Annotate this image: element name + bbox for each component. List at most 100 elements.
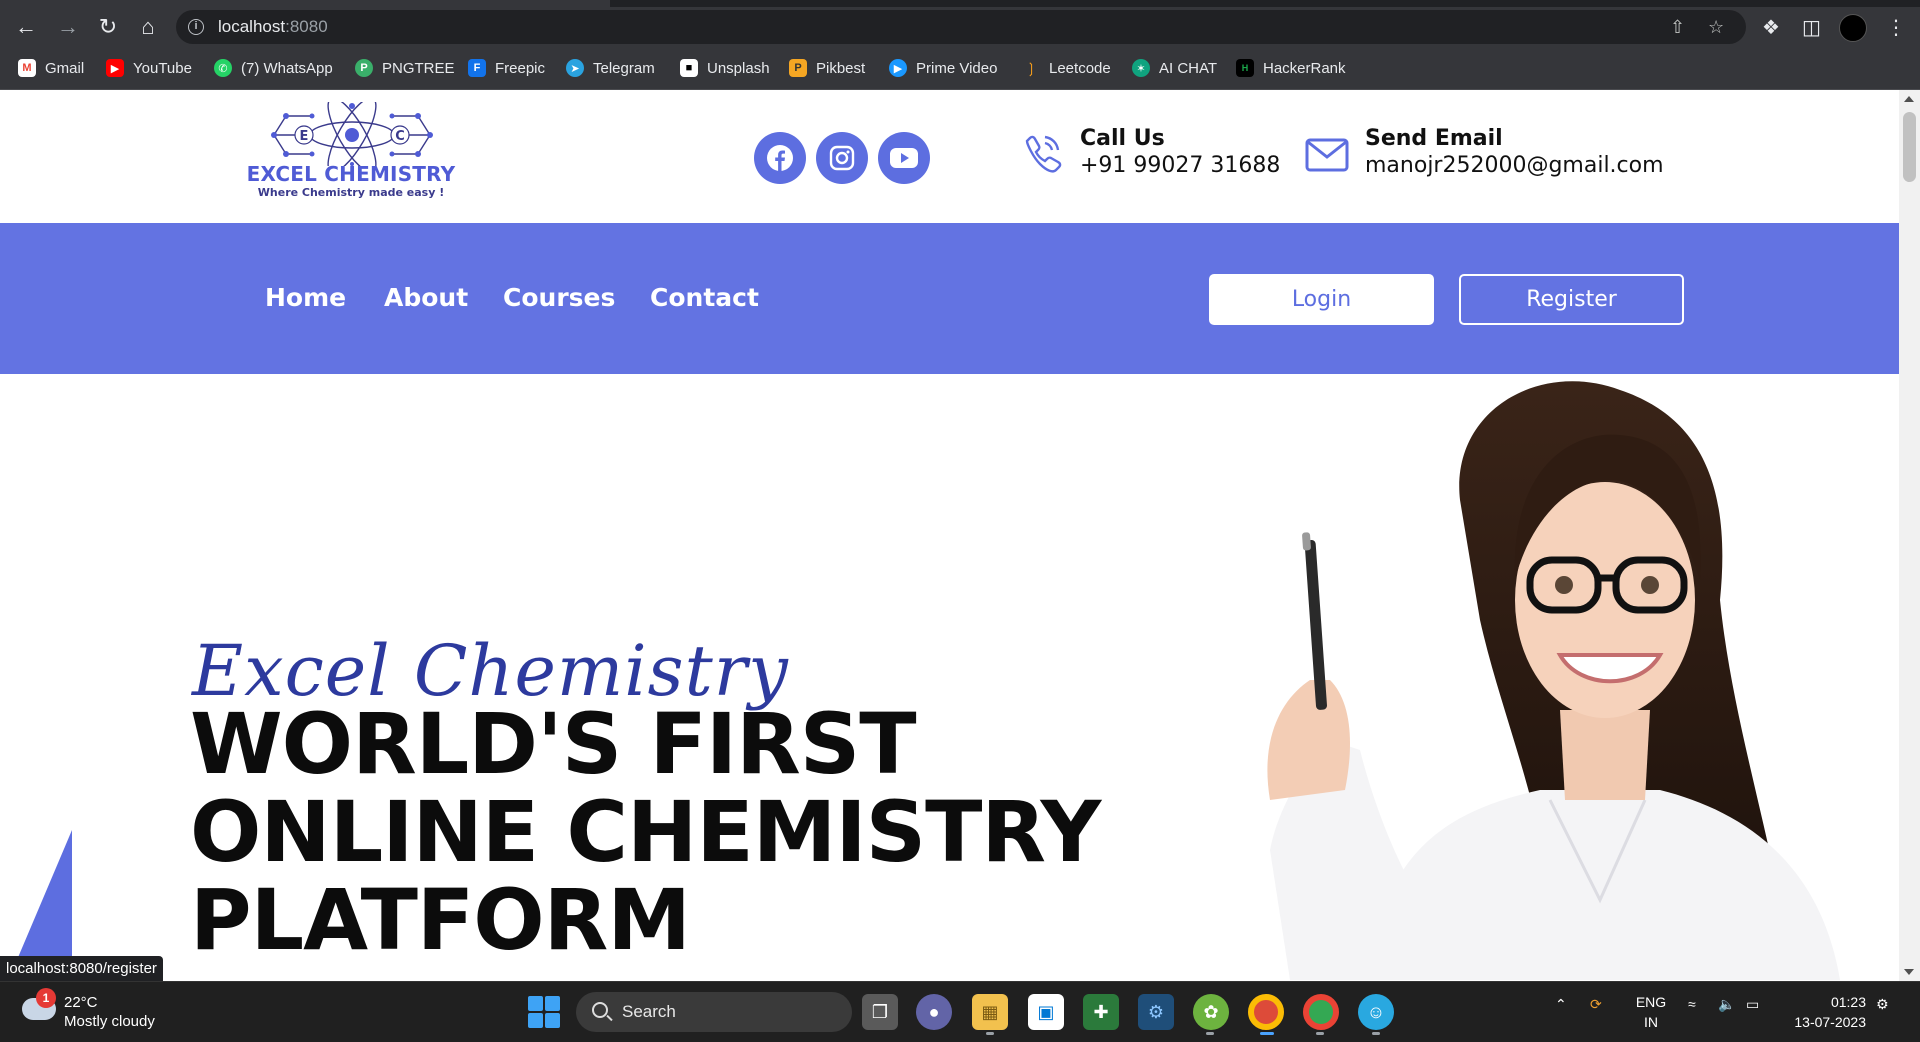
windows-logo-tile	[528, 996, 543, 1011]
taskbar-search[interactable]: Search	[576, 992, 852, 1032]
file-explorer-icon[interactable]: ▦	[972, 994, 1008, 1030]
prime-video-icon: ▶	[889, 59, 907, 77]
phone-number[interactable]: +91 99027 31688	[1080, 153, 1280, 178]
input-language[interactable]: ENG IN	[1634, 992, 1668, 1032]
bookmark-pngtree[interactable]: P PNGTREE	[355, 57, 455, 79]
bookmark-pikbest[interactable]: P Pikbest	[789, 57, 865, 79]
youtube-icon: ▶	[106, 59, 124, 77]
sync-icon[interactable]: ⟳	[1590, 996, 1602, 1013]
facebook-button[interactable]	[754, 132, 806, 184]
facebook-icon	[767, 145, 793, 171]
email-address[interactable]: manojr252000@gmail.com	[1365, 153, 1664, 178]
whatsapp-icon: ✆	[214, 59, 232, 77]
app-icon-globe[interactable]: ☺	[1358, 994, 1394, 1030]
instagram-button[interactable]	[816, 132, 868, 184]
phone-icon	[1025, 135, 1062, 173]
nav-contact[interactable]: Contact	[650, 283, 759, 312]
scroll-up-icon[interactable]	[1904, 96, 1914, 102]
scrollbar-thumb[interactable]	[1903, 112, 1916, 182]
bookmark-unsplash[interactable]: ■ Unsplash	[680, 57, 770, 79]
app-icon-sql[interactable]: ⚙	[1138, 994, 1174, 1030]
bookmark-label: Unsplash	[707, 59, 770, 77]
spring-tools-icon[interactable]: ✿	[1193, 994, 1229, 1030]
menu-icon[interactable]: ⋮	[1886, 15, 1906, 40]
search-icon	[592, 1002, 608, 1018]
bookmark-freepik[interactable]: F Freepic	[468, 57, 545, 79]
bookmark-prime-video[interactable]: ▶ Prime Video	[889, 57, 997, 79]
scroll-down-icon[interactable]	[1904, 969, 1914, 975]
bookmark-label: Freepic	[495, 59, 546, 77]
reload-icon[interactable]: ↻	[92, 11, 124, 43]
active-tab-edge[interactable]	[0, 0, 610, 7]
logo-letter-e: E	[300, 129, 309, 144]
bookmark-ai-chat[interactable]: ✶ AI CHAT	[1132, 57, 1217, 79]
address-url[interactable]: localhost:8080	[218, 17, 328, 37]
system-clock[interactable]: 01:23 13-07-2023	[1782, 992, 1866, 1032]
freepik-icon: F	[468, 59, 486, 77]
bookmark-label: HackerRank	[1263, 59, 1346, 77]
volume-icon[interactable]: 🔈	[1718, 996, 1735, 1013]
region-code: IN	[1644, 1014, 1658, 1030]
address-bar[interactable]: i localhost:8080 ⇧ ☆	[176, 10, 1746, 44]
bookmark-hackerrank[interactable]: H HackerRank	[1236, 57, 1346, 79]
login-button[interactable]: Login	[1209, 274, 1434, 325]
start-button[interactable]	[528, 996, 560, 1028]
site-logo[interactable]: E C C EXCEL CHEMISTRY Where Chemistry ma…	[246, 102, 456, 202]
send-email-heading: Send Email	[1365, 126, 1503, 151]
bookmark-label: PNGTREE	[382, 59, 455, 77]
weather-condition: Mostly cloudy	[64, 1013, 155, 1030]
call-us-block[interactable]: Call Us +91 99027 31688	[1080, 126, 1280, 178]
nav-courses[interactable]: Courses	[503, 283, 615, 312]
open-app-indicator	[1316, 1032, 1324, 1035]
bookmark-label: Pikbest	[816, 59, 866, 77]
youtube-button[interactable]	[878, 132, 930, 184]
task-view-icon[interactable]: ❐	[862, 994, 898, 1030]
unsplash-icon: ■	[680, 59, 698, 77]
chrome-icon[interactable]	[1248, 994, 1284, 1030]
leetcode-icon: ❳	[1025, 59, 1037, 76]
app-icon-dev[interactable]: ✚	[1083, 994, 1119, 1030]
mail-icon	[1305, 138, 1349, 172]
battery-icon[interactable]: ▭	[1746, 996, 1759, 1013]
bookmark-gmail[interactable]: M Gmail	[18, 57, 84, 79]
notifications-icon[interactable]: ⚙	[1876, 996, 1889, 1013]
pikbest-icon: P	[789, 59, 807, 77]
home-icon[interactable]: ⌂	[132, 11, 164, 43]
share-icon[interactable]: ⇧	[1670, 17, 1685, 38]
bookmark-youtube[interactable]: ▶ YouTube	[106, 57, 192, 79]
microsoft-store-icon[interactable]: ▣	[1028, 994, 1064, 1030]
profile-avatar[interactable]	[1839, 14, 1867, 42]
browser-toolbar: ← → ↻ ⌂ i localhost:8080 ⇧ ☆ ❖ ◫ ⋮	[0, 7, 1920, 47]
windows-logo-tile	[528, 1013, 543, 1028]
main-navbar: Home About Courses Contact Login Registe…	[0, 223, 1899, 374]
bookmark-label: Leetcode	[1049, 59, 1111, 77]
side-panel-icon[interactable]: ◫	[1802, 15, 1821, 40]
open-app-indicator	[1206, 1032, 1214, 1035]
wifi-icon[interactable]: ≈	[1688, 996, 1696, 1012]
hackerrank-icon: H	[1236, 59, 1254, 77]
back-icon[interactable]: ←	[10, 11, 42, 43]
windows-logo-tile	[545, 1013, 560, 1028]
notification-badge: 1	[36, 988, 56, 1008]
bookmark-whatsapp[interactable]: ✆ (7) WhatsApp	[214, 57, 333, 79]
nav-home[interactable]: Home	[265, 283, 346, 312]
youtube-icon	[890, 148, 918, 168]
url-host: localhost	[218, 17, 286, 36]
bookmark-telegram[interactable]: ➤ Telegram	[566, 57, 655, 79]
site-info-icon[interactable]: i	[188, 19, 204, 35]
forward-icon[interactable]: →	[52, 11, 84, 43]
pngtree-icon: P	[355, 59, 373, 77]
bookmark-label: Prime Video	[916, 59, 998, 77]
page-scrollbar[interactable]	[1899, 90, 1920, 981]
windows-logo-tile	[545, 996, 560, 1011]
chrome-profile-icon[interactable]	[1303, 994, 1339, 1030]
register-button[interactable]: Register	[1459, 274, 1684, 325]
extensions-icon[interactable]: ❖	[1762, 15, 1780, 40]
bookmark-star-icon[interactable]: ☆	[1708, 17, 1724, 38]
teams-chat-icon[interactable]: ●	[916, 994, 952, 1030]
show-hidden-icons[interactable]: ⌃	[1555, 996, 1567, 1013]
nav-about[interactable]: About	[384, 283, 468, 312]
bookmark-leetcode[interactable]: ❳ Leetcode	[1022, 57, 1111, 79]
send-email-block[interactable]: Send Email manojr252000@gmail.com	[1365, 126, 1664, 178]
bookmark-label: (7) WhatsApp	[241, 59, 333, 77]
